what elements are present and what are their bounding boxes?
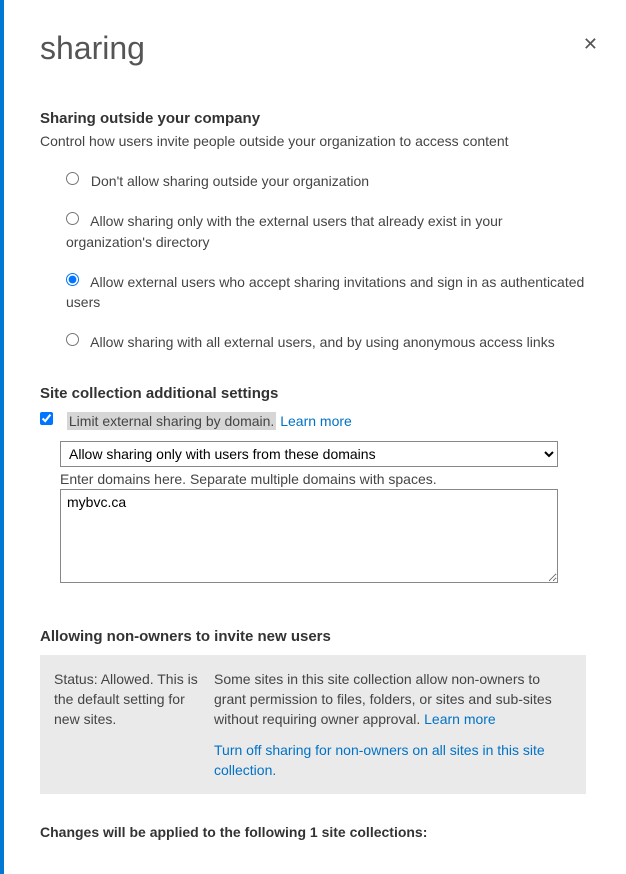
radio-option-existing-external[interactable]: Allow sharing only with the external use… bbox=[66, 211, 586, 252]
page-title: sharing bbox=[40, 30, 586, 67]
footer-note: Changes will be applied to the following… bbox=[40, 824, 586, 840]
radio-label: Don't allow sharing outside your organiz… bbox=[91, 173, 369, 189]
radio-label: Allow external users who accept sharing … bbox=[66, 274, 584, 310]
close-button[interactable]: ✕ bbox=[583, 34, 598, 55]
radio-option-no-sharing[interactable]: Don't allow sharing outside your organiz… bbox=[66, 171, 586, 191]
section-outside-desc: Control how users invite people outside … bbox=[40, 133, 586, 149]
learn-more-link-nonowners[interactable]: Learn more bbox=[424, 711, 496, 727]
nonowners-explanation-block: Some sites in this site collection allow… bbox=[214, 669, 572, 780]
nonowners-status-panel: Status: Allowed. This is the default set… bbox=[40, 655, 586, 794]
limit-domain-checkbox[interactable] bbox=[40, 412, 53, 425]
nonowners-status-text: Status: Allowed. This is the default set… bbox=[54, 669, 214, 780]
section-nonowners-title: Allowing non-owners to invite new users bbox=[40, 628, 586, 645]
turn-off-nonowners-link[interactable]: Turn off sharing for non-owners on all s… bbox=[214, 740, 572, 781]
limit-domain-label: Limit external sharing by domain. bbox=[67, 412, 276, 430]
radio-option-anonymous[interactable]: Allow sharing with all external users, a… bbox=[66, 332, 586, 352]
learn-more-link-domain[interactable]: Learn more bbox=[280, 413, 352, 429]
radio-option-authenticated[interactable]: Allow external users who accept sharing … bbox=[66, 272, 586, 313]
radio-authenticated[interactable] bbox=[66, 273, 79, 286]
sharing-radio-group: Don't allow sharing outside your organiz… bbox=[40, 171, 586, 353]
domain-textarea[interactable] bbox=[60, 489, 558, 583]
radio-no-sharing[interactable] bbox=[66, 172, 79, 185]
section-outside-title: Sharing outside your company bbox=[40, 110, 586, 127]
limit-domain-row: Limit external sharing by domain. Learn … bbox=[40, 412, 586, 429]
nonowners-explanation: Some sites in this site collection allow… bbox=[214, 671, 552, 728]
radio-anonymous[interactable] bbox=[66, 333, 79, 346]
sharing-dialog: ✕ sharing Sharing outside your company C… bbox=[0, 0, 626, 874]
radio-existing-external[interactable] bbox=[66, 212, 79, 225]
section-additional-title: Site collection additional settings bbox=[40, 385, 586, 402]
domain-hint: Enter domains here. Separate multiple do… bbox=[60, 471, 586, 487]
scroll-area[interactable]: Sharing outside your company Control how… bbox=[40, 110, 608, 864]
domain-mode-select[interactable]: Allow sharing only with users from these… bbox=[60, 441, 558, 467]
radio-label: Allow sharing with all external users, a… bbox=[90, 334, 555, 350]
radio-label: Allow sharing only with the external use… bbox=[66, 213, 503, 249]
